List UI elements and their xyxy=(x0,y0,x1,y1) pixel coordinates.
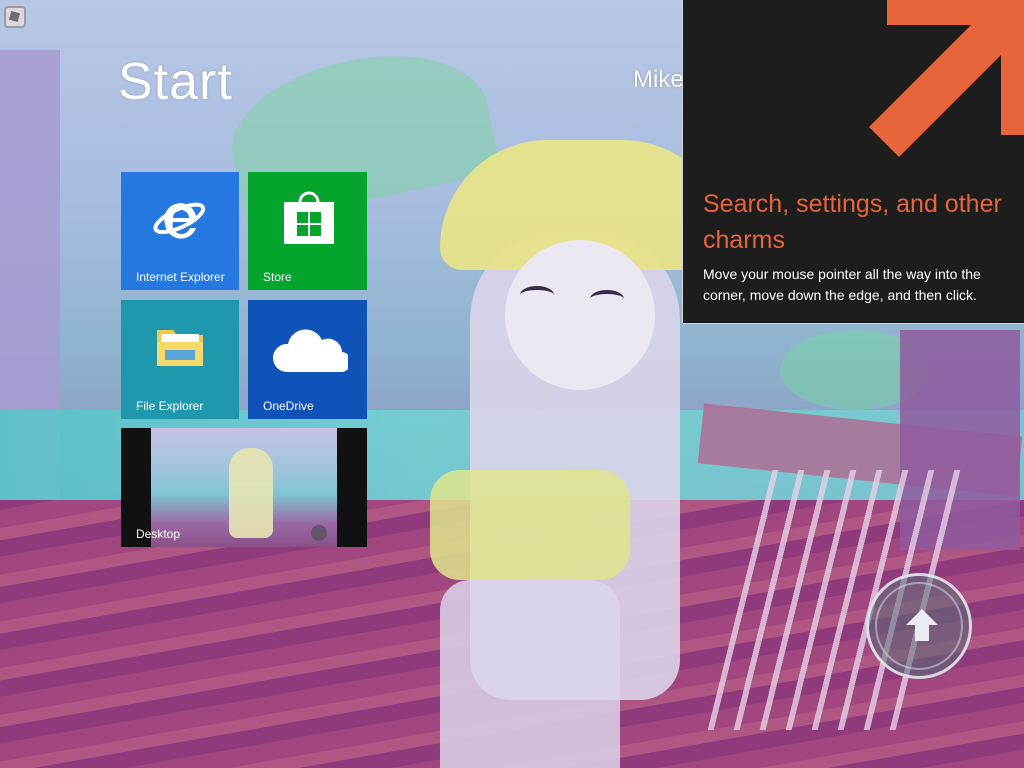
tile-desktop[interactable]: Desktop xyxy=(121,428,367,547)
character-skirt xyxy=(430,470,630,580)
tile-label: Internet Explorer xyxy=(136,270,225,284)
app-logo-icon[interactable] xyxy=(4,6,26,28)
internet-explorer-icon xyxy=(153,194,209,250)
tile-label: Desktop xyxy=(136,527,181,541)
tile-label: Store xyxy=(263,270,292,284)
character-eye xyxy=(520,286,554,304)
jump-button[interactable] xyxy=(866,573,972,679)
thumbnail-character xyxy=(229,448,273,538)
character-eye xyxy=(590,290,624,308)
tile-internet-explorer[interactable]: Internet Explorer xyxy=(121,172,239,290)
charms-tip-body: Move your mouse pointer all the way into… xyxy=(703,266,981,303)
tile-label: OneDrive xyxy=(263,399,314,413)
up-arrow-icon xyxy=(904,607,940,648)
tile-onedrive[interactable]: OneDrive xyxy=(248,300,367,419)
store-bag-icon xyxy=(282,188,336,248)
charms-tip-panel: Search, settings, and other charms Move … xyxy=(683,0,1024,323)
tile-file-explorer[interactable]: File Explorer xyxy=(121,300,239,419)
tile-label: File Explorer xyxy=(136,399,204,413)
tile-store[interactable]: Store xyxy=(248,172,367,290)
thumbnail-button-icon xyxy=(311,525,327,541)
character-face xyxy=(505,240,655,390)
corner-arrow-icon xyxy=(863,0,1024,165)
user-name[interactable]: Mike xyxy=(633,66,684,94)
charms-tip-title: Search, settings, and other charms xyxy=(703,190,1002,254)
cloud-icon xyxy=(268,326,348,376)
start-title: Start xyxy=(118,53,233,111)
folder-icon xyxy=(155,322,205,370)
